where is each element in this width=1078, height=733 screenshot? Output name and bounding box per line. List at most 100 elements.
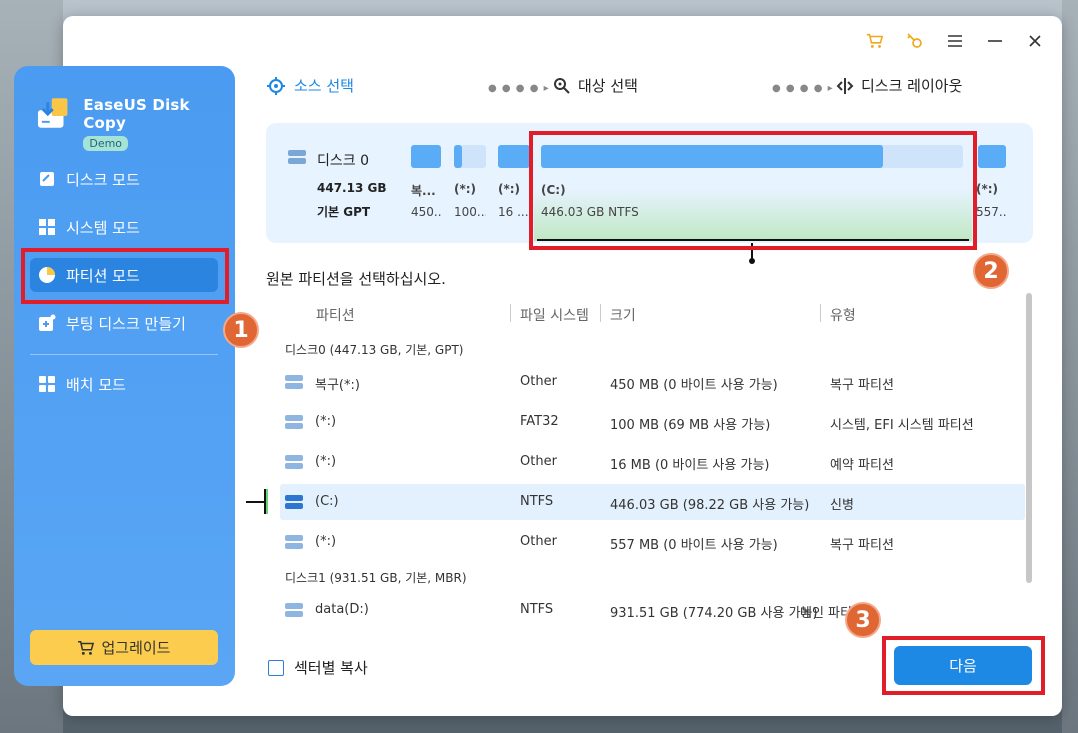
size-cell: 16 MB (0 바이트 사용 가능) [610,458,770,473]
partition-size: 557... [976,205,1006,219]
partition-name-cell: (*:) [315,454,337,469]
partition-name: (*:) [976,182,999,196]
size-cell: 446.03 GB (98.22 GB 사용 가능) [610,498,810,513]
column-header-size[interactable]: 크기 [610,305,636,325]
column-header-filesystem[interactable]: 파일 시스템 [520,305,589,325]
type-cell: 예약 파티션 [830,458,894,473]
type-cell: 복구 파티션 [830,538,894,553]
sidebar-item-batch-mode[interactable]: 배치 모드 [30,367,218,401]
search-target-icon [554,77,570,94]
column-header-partition[interactable]: 파티션 [316,305,355,325]
step-layout-label: 디스크 레이아웃 [861,77,963,95]
partition-name-cell: data(D:) [315,602,369,617]
table-scrollbar[interactable] [1026,293,1032,583]
partition-icon [285,535,303,549]
partition-icon [285,415,303,429]
filesystem-cell: FAT32 [520,414,559,429]
cart-icon[interactable] [866,32,884,50]
step-target-label: 대상 선택 [578,77,638,95]
partition-name-cell: (*:) [315,534,337,549]
partition-name: (*:) [498,182,521,196]
disk-group-label: 디스크1 (931.51 GB, 기본, MBR) [285,571,467,585]
size-cell: 100 MB (69 MB 사용 가능) [610,418,771,433]
close-icon[interactable] [1026,32,1044,50]
type-cell: 시스템, EFI 시스템 파티션 [830,418,974,433]
menu-icon[interactable] [946,32,964,50]
sidebar-item-system-mode[interactable]: 시스템 모드 [30,210,218,244]
table-row[interactable]: (*:) FAT32 100 MB (69 MB 사용 가능) 시스템, EFI… [280,404,1025,440]
app-logo-icon [37,98,68,128]
partition-icon [285,455,303,469]
partition-name: 복... [411,184,436,198]
grid-icon [39,376,55,392]
step-target: 대상 선택 [553,75,638,96]
column-separator [600,304,601,322]
table-row-selected[interactable]: (C:) NTFS 446.03 GB (98.22 GB 사용 가능) 신병 [280,484,1025,520]
partition-bar[interactable] [454,145,486,168]
sidebar-item-disk-mode[interactable]: 디스크 모드 [30,162,218,196]
connector-dot [749,258,755,264]
sidebar-item-boot-disk[interactable]: 부팅 디스크 만들기 [30,306,218,340]
key-icon[interactable] [906,32,924,50]
partition-name: (*:) [454,182,477,196]
step-source: 소스 선택 [266,75,354,96]
sidebar: EaseUS Disk Copy Demo 디스크 모드 시스템 모드 파티션 … [14,66,235,686]
step-marker-2: 2 [973,253,1009,289]
sidebar-divider [30,354,218,355]
upgrade-label: 업그레이드 [101,639,171,657]
step-separator: ● ● ● ● ▸ [488,83,550,94]
source-prompt: 원본 파티션을 선택하십시오. [266,270,446,288]
windows-icon [39,219,55,235]
column-separator [820,304,821,322]
partition-icon [285,375,303,389]
sidebar-item-label: 시스템 모드 [66,218,140,237]
background-wall-right [1062,0,1078,733]
filesystem-cell: NTFS [520,602,554,617]
disk-size: 447.13 GB [317,181,387,195]
partition-bar[interactable] [498,145,530,168]
sector-copy-label: 섹터별 복사 [294,659,368,677]
filesystem-cell: Other [520,374,557,389]
step-layout: 디스크 레이아웃 [836,75,962,96]
target-icon [267,76,285,95]
size-cell: 450 MB (0 바이트 사용 가능) [610,378,778,393]
table-row[interactable]: 복구(*:) Other 450 MB (0 바이트 사용 가능) 복구 파티션 [280,364,1025,400]
table-row[interactable]: (*:) Other 557 MB (0 바이트 사용 가능) 복구 파티션 [280,524,1025,560]
highlight-box-source-partition [529,131,977,250]
size-cell: 557 MB (0 바이트 사용 가능) [610,538,778,553]
selection-pointer-line [246,501,266,503]
sector-copy-checkbox[interactable] [268,659,284,676]
partition-icon [285,603,303,617]
table-row[interactable]: (*:) Other 16 MB (0 바이트 사용 가능) 예약 파티션 [280,444,1025,480]
boot-disk-icon [39,314,56,331]
column-separator [510,304,511,322]
upgrade-button[interactable]: 업그레이드 [30,630,218,665]
disk-name: 디스크 0 [317,153,369,169]
partition-bar[interactable] [978,145,1006,168]
type-cell: 신병 [830,498,854,513]
sidebar-item-label: 배치 모드 [66,375,126,394]
partition-icon [285,495,303,509]
sidebar-item-label: 부팅 디스크 만들기 [66,314,186,333]
step-marker-3: 3 [845,602,881,638]
highlight-box-next [882,636,1045,695]
app-logo: EaseUS Disk Copy Demo [36,96,235,151]
sector-copy-option[interactable]: 섹터별 복사 [268,657,368,678]
step-separator: ● ● ● ● ▸ [772,83,834,94]
filesystem-cell: NTFS [520,494,554,509]
hdd-icon [288,150,306,164]
filesystem-cell: Other [520,534,557,549]
partition-size: 100... [454,205,486,219]
minimize-icon[interactable] [986,32,1004,50]
cart-icon [78,640,95,655]
table-row[interactable]: data(D:) NTFS 931.51 GB (774.20 GB 사용 가능… [280,592,1025,628]
partition-name-cell: (C:) [315,494,339,509]
partition-size: 450... [411,205,441,219]
column-header-type[interactable]: 유형 [830,305,856,325]
type-cell: 복구 파티션 [830,378,894,393]
partition-bar[interactable] [411,145,441,168]
partition-name-cell: 복구(*:) [315,378,360,393]
step-source-label: 소스 선택 [294,77,354,95]
app-name: EaseUS Disk Copy [83,96,190,132]
disk-mode-icon [40,172,54,186]
